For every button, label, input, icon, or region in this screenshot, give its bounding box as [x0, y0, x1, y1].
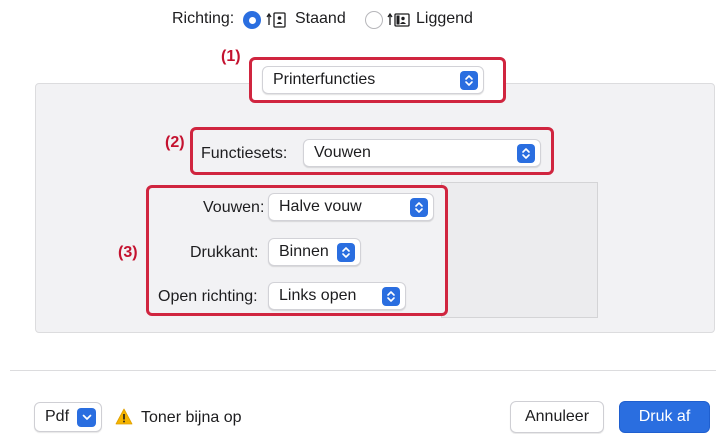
open-direction-label: Open richting:	[158, 288, 258, 305]
fold-label: Vouwen:	[203, 199, 265, 216]
print-button[interactable]: Druk af	[619, 401, 710, 433]
section-popup-value: Printerfuncties	[273, 71, 376, 88]
chevron-down-icon	[77, 408, 96, 427]
toner-warning-text: Toner bijna op	[141, 409, 242, 426]
feature-sets-stepper-icon	[517, 144, 535, 163]
footer-divider	[10, 370, 716, 371]
pdf-label: Pdf	[45, 408, 70, 425]
open-direction-stepper-icon	[382, 287, 400, 306]
print-side-value: Binnen	[279, 243, 329, 260]
landscape-option-label[interactable]: Liggend	[416, 10, 473, 28]
callout-3: (3)	[118, 244, 138, 261]
cancel-button[interactable]: Annuleer	[510, 401, 604, 433]
portrait-radio[interactable]	[243, 11, 261, 29]
open-direction-popup[interactable]: Links open	[268, 282, 406, 310]
portrait-orientation-icon	[266, 11, 288, 34]
pdf-menu-button[interactable]: Pdf	[34, 402, 102, 432]
print-side-label: Drukkant:	[190, 244, 259, 261]
feature-sets-popup[interactable]: Vouwen	[303, 139, 541, 167]
feature-sets-label: Functiesets:	[201, 145, 288, 162]
orientation-label: Richting:	[172, 10, 235, 27]
print-side-popup[interactable]: Binnen	[268, 238, 361, 266]
callout-2: (2)	[165, 134, 185, 151]
open-direction-value: Links open	[279, 287, 357, 304]
landscape-radio[interactable]	[365, 11, 383, 29]
portrait-option-label[interactable]: Staand	[295, 10, 346, 28]
fold-stepper-icon	[410, 198, 428, 217]
section-popup-stepper-icon	[460, 71, 478, 90]
callout-1: (1)	[221, 48, 241, 65]
landscape-orientation-icon	[387, 11, 411, 34]
fold-value: Halve vouw	[279, 198, 362, 215]
warning-icon	[115, 408, 133, 430]
preview-area	[441, 182, 598, 318]
feature-sets-value: Vouwen	[314, 144, 371, 161]
fold-popup[interactable]: Halve vouw	[268, 193, 434, 221]
section-popup[interactable]: Printerfuncties	[262, 66, 484, 94]
print-side-stepper-icon	[337, 243, 355, 262]
